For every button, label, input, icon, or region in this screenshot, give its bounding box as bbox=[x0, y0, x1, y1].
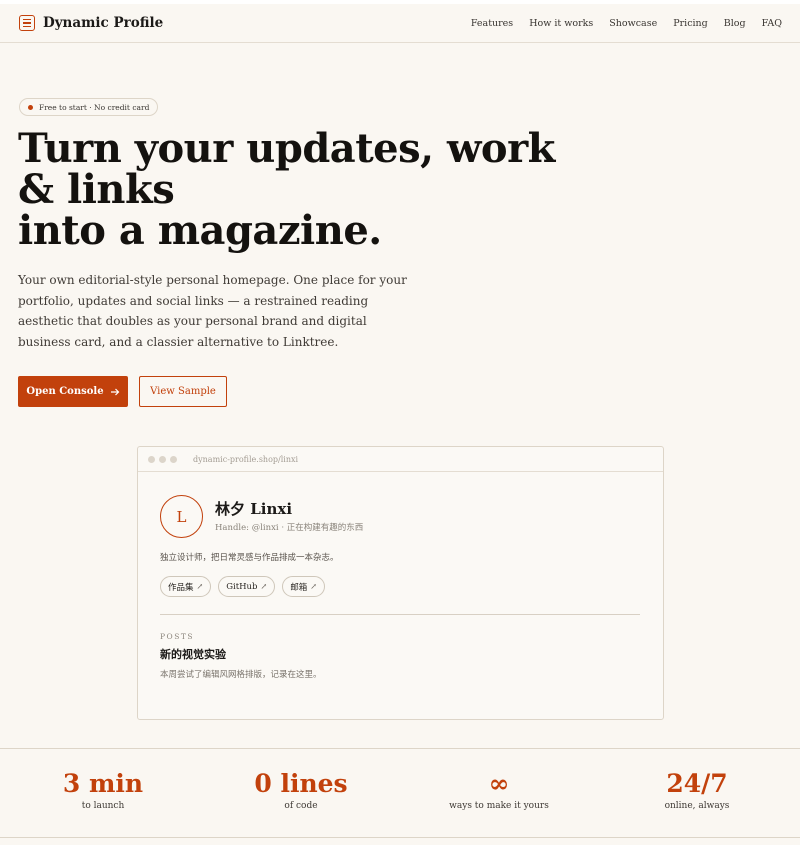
stat-item: 3 min to launch bbox=[3, 769, 203, 811]
stats-bar: 3 min to launch 0 lines of code ∞ ways t… bbox=[0, 748, 800, 838]
stat-value: ∞ bbox=[488, 769, 510, 798]
hero-title-line-1: Turn your updates, work bbox=[18, 125, 555, 172]
window-dot-icon bbox=[148, 455, 155, 463]
profile-handle: Handle: @linxi · 正在构建有趣的东西 bbox=[215, 523, 364, 533]
chip-label: GitHub bbox=[226, 581, 258, 592]
open-console-button[interactable]: Open Console bbox=[18, 376, 128, 407]
hero-title: Turn your updates, work & links into a m… bbox=[18, 128, 578, 251]
stat-label: of code bbox=[284, 801, 318, 811]
hero-description: Your own editorial-style personal homepa… bbox=[18, 273, 407, 349]
external-arrow-icon: ↗ bbox=[260, 582, 268, 591]
profile-bio: 独立设计师，把日常灵感与作品排成一本杂志。 bbox=[160, 553, 339, 563]
stat-value: 3 min bbox=[62, 769, 144, 798]
top-nav: Dynamic Profile Features How it works Sh… bbox=[0, 4, 800, 43]
stat-item: 0 lines of code bbox=[201, 769, 401, 811]
stat-value: 24/7 bbox=[666, 769, 728, 798]
nav-link-pricing[interactable]: Pricing bbox=[673, 18, 708, 29]
external-arrow-icon: ↗ bbox=[310, 582, 317, 591]
nav-link-showcase[interactable]: Showcase bbox=[609, 18, 657, 29]
nav-link-blog[interactable]: Blog bbox=[724, 18, 746, 29]
hero-title-line-2: & links bbox=[18, 166, 175, 213]
stat-value: 0 lines bbox=[254, 769, 348, 798]
link-chip-email[interactable]: 邮箱 ↗ bbox=[282, 576, 325, 597]
post-title[interactable]: 新的视觉实验 bbox=[160, 646, 226, 662]
brand-name: Dynamic Profile bbox=[43, 15, 164, 31]
post-description: 本周尝试了编辑风网格排版，记录在这里。 bbox=[160, 670, 322, 680]
hero-badge: Free to start · No credit card bbox=[19, 98, 159, 116]
arrow-right-icon bbox=[110, 388, 119, 395]
stat-label: ways to make it yours bbox=[449, 801, 549, 811]
nav-link-faq[interactable]: FAQ bbox=[762, 18, 782, 29]
nav-link-features[interactable]: Features bbox=[471, 18, 513, 29]
nav-link-how-it-works[interactable]: How it works bbox=[529, 18, 593, 29]
divider bbox=[160, 614, 640, 615]
avatar: L bbox=[160, 495, 203, 538]
profile-name: 林夕 Linxi bbox=[215, 500, 293, 518]
profile-links: 作品集 ↗ GitHub ↗ 邮箱 ↗ bbox=[160, 576, 325, 597]
chip-label: 作品集 bbox=[168, 582, 194, 593]
menu-lines-icon bbox=[19, 15, 35, 31]
stat-label: online, always bbox=[664, 801, 730, 811]
window-dot-icon bbox=[159, 455, 166, 463]
profile-preview-card: dynamic-profile.shop/linxi L 林夕 Linxi Ha… bbox=[137, 446, 664, 720]
stat-label: to launch bbox=[81, 801, 125, 811]
preview-url: dynamic-profile.shop/linxi bbox=[193, 454, 299, 464]
external-arrow-icon: ↗ bbox=[196, 582, 204, 591]
link-chip-github[interactable]: GitHub ↗ bbox=[218, 576, 276, 597]
link-chip-portfolio[interactable]: 作品集 ↗ bbox=[160, 576, 212, 597]
nav-links: Features How it works Showcase Pricing B… bbox=[471, 18, 782, 29]
chip-label: 邮箱 bbox=[290, 582, 308, 593]
browser-bar: dynamic-profile.shop/linxi bbox=[138, 447, 663, 472]
brand-logo[interactable]: Dynamic Profile bbox=[19, 15, 163, 31]
hero-title-line-3: into a magazine. bbox=[18, 207, 382, 254]
posts-section-label: POSTS bbox=[160, 632, 194, 641]
badge-text: Free to start · No credit card bbox=[39, 102, 150, 112]
open-console-label: Open Console bbox=[26, 386, 104, 397]
stat-item: ∞ ways to make it yours bbox=[399, 769, 599, 811]
status-dot-icon bbox=[28, 104, 33, 110]
view-sample-button[interactable]: View Sample bbox=[139, 376, 227, 407]
window-dot-icon bbox=[170, 455, 177, 463]
stat-item: 24/7 online, always bbox=[597, 769, 797, 811]
